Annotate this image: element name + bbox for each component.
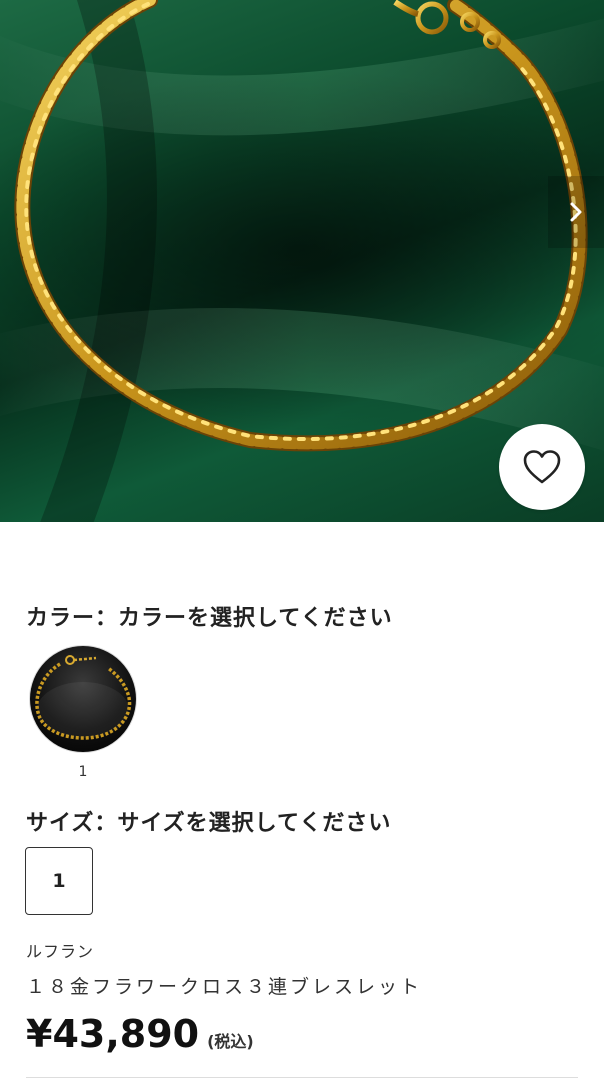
heart-outline-icon	[523, 450, 561, 484]
product-image[interactable]	[0, 0, 604, 522]
divider	[26, 1077, 578, 1078]
next-image-button[interactable]	[548, 176, 604, 248]
color-section-title: カラー：カラーを選択してください	[26, 606, 393, 631]
favorite-button[interactable]	[499, 424, 585, 510]
chevron-right-icon	[570, 202, 582, 222]
color-swatch-label: 1	[78, 764, 88, 780]
tax-included-note: (税込)	[207, 1032, 254, 1051]
product-price: ¥43,890	[26, 1012, 200, 1056]
price-row: ¥43,890 (税込)	[26, 1012, 254, 1056]
size-option-button[interactable]: 1	[25, 847, 93, 915]
bracelet-thumbnail-icon	[35, 655, 132, 740]
brand-name[interactable]: ルフラン	[26, 938, 94, 962]
product-title: １８金フラワークロス３連ブレスレット	[26, 976, 423, 998]
size-section-title: サイズ：サイズを選択してください	[26, 811, 392, 836]
color-swatch-option[interactable]	[30, 646, 136, 752]
